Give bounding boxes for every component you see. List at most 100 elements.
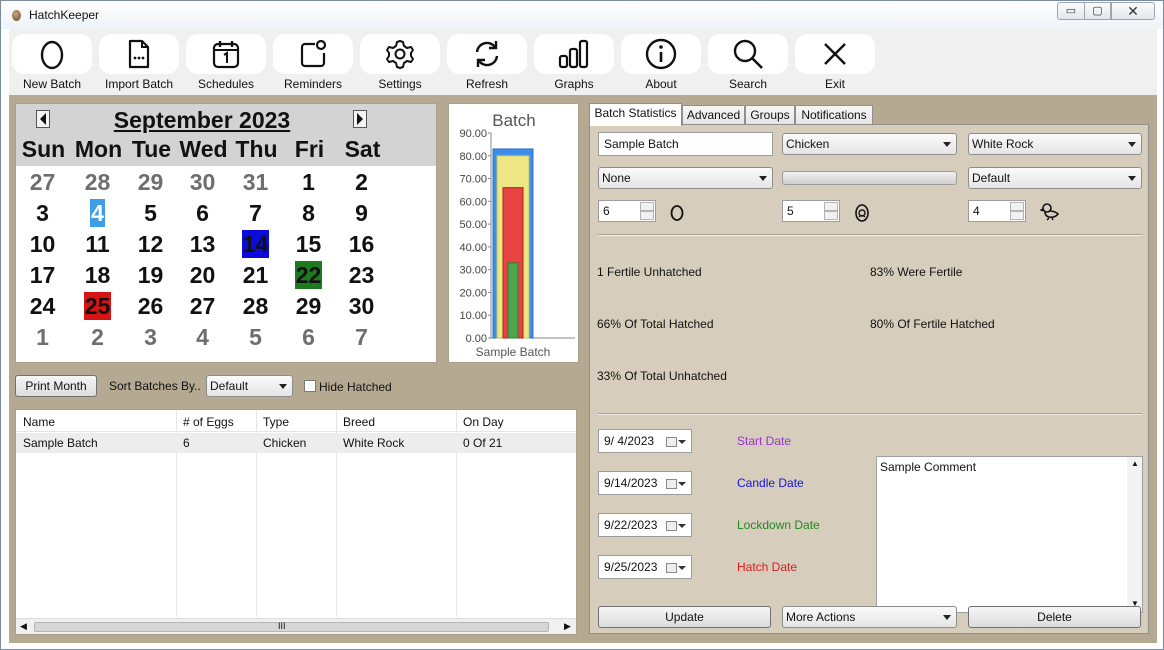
calendar-day[interactable]: 24: [16, 292, 69, 320]
tab-advanced[interactable]: Advanced: [682, 105, 745, 125]
update-button[interactable]: Update: [598, 606, 771, 628]
calendar-day[interactable]: 16: [335, 230, 388, 258]
tab-batch-statistics[interactable]: Batch Statistics: [589, 103, 682, 126]
spin-up-icon[interactable]: [640, 202, 654, 211]
calendar-day[interactable]: 30: [335, 292, 388, 320]
maximize-button[interactable]: ▢: [1084, 2, 1111, 20]
calendar-day[interactable]: 30: [176, 168, 229, 196]
group-select[interactable]: None: [598, 167, 773, 189]
calendar-day[interactable]: 12: [124, 230, 177, 258]
schedules-button[interactable]: Schedules: [186, 34, 266, 94]
comment-textarea[interactable]: Sample Comment ▲ ▼: [876, 456, 1143, 613]
calendar-day[interactable]: 27: [16, 168, 69, 196]
breed-select[interactable]: White Rock: [968, 133, 1142, 155]
calendar-day[interactable]: 15: [282, 230, 335, 258]
tab-notifications[interactable]: Notifications: [795, 105, 873, 125]
col-type[interactable]: Type: [263, 415, 289, 429]
calendar-day[interactable]: 8: [282, 199, 335, 227]
calendar-day[interactable]: 13: [176, 230, 229, 258]
calendar-day[interactable]: 19: [124, 261, 177, 289]
hatch-date-picker[interactable]: 9/25/2023: [598, 555, 692, 579]
close-window-button[interactable]: ✕: [1111, 2, 1155, 20]
scroll-up-icon[interactable]: ▲: [1131, 459, 1139, 468]
calendar-day[interactable]: 18: [71, 261, 124, 289]
calendar-day[interactable]: 29: [124, 168, 177, 196]
about-button[interactable]: About: [621, 34, 701, 94]
month-title[interactable]: September 2023: [86, 107, 318, 134]
calendar-day[interactable]: 2: [71, 323, 124, 351]
calendar-day[interactable]: 3: [124, 323, 177, 351]
spin-down-icon[interactable]: [640, 211, 654, 220]
calendar-day[interactable]: 10: [16, 230, 69, 258]
col-eggs[interactable]: # of Eggs: [183, 415, 234, 429]
calendar-day[interactable]: 28: [229, 292, 282, 320]
batch-name-input[interactable]: Sample Batch: [598, 132, 773, 156]
calendar-day[interactable]: 29: [282, 292, 335, 320]
calendar-day[interactable]: 6: [176, 199, 229, 227]
prev-month-button[interactable]: [36, 110, 50, 128]
import-batch-button[interactable]: Import Batch: [99, 34, 179, 94]
calendar-day[interactable]: 2: [335, 168, 388, 196]
reminders-button[interactable]: Reminders: [273, 34, 353, 94]
hide-hatched-checkbox[interactable]: [304, 380, 316, 392]
minimize-button[interactable]: ▭: [1057, 2, 1085, 20]
delete-button[interactable]: Delete: [968, 606, 1141, 628]
calendar-day[interactable]: 9: [335, 199, 388, 227]
settings-button[interactable]: Settings: [360, 34, 440, 94]
scroll-right-icon[interactable]: ▶: [564, 621, 571, 632]
new-batch-button[interactable]: New Batch: [12, 34, 92, 94]
calendar-day[interactable]: 7: [335, 323, 388, 351]
spin-up-icon[interactable]: [824, 202, 838, 211]
print-month-button[interactable]: Print Month: [15, 375, 97, 397]
calendar-day[interactable]: 4: [71, 199, 124, 227]
exit-button[interactable]: Exit: [795, 34, 875, 94]
candle-date-picker[interactable]: 9/14/2023: [598, 471, 692, 495]
calendar-day[interactable]: 25: [71, 292, 124, 320]
calendar-day[interactable]: 5: [229, 323, 282, 351]
vertical-scrollbar[interactable]: ▲ ▼: [1127, 457, 1142, 612]
col-name[interactable]: Name: [23, 415, 55, 429]
calendar-day[interactable]: 23: [335, 261, 388, 289]
tab-groups[interactable]: Groups: [745, 105, 795, 125]
scroll-left-icon[interactable]: ◀: [20, 621, 27, 632]
spin-up-icon[interactable]: [1010, 202, 1024, 211]
col-breed[interactable]: Breed: [343, 415, 375, 429]
spin-down-icon[interactable]: [824, 211, 838, 220]
calendar-day-number: 31: [242, 169, 269, 195]
more-actions-button[interactable]: More Actions: [782, 606, 957, 628]
calendar-day[interactable]: 28: [71, 168, 124, 196]
table-row[interactable]: Sample Batch 6 Chicken White Rock 0 Of 2…: [16, 433, 576, 453]
fertile-stepper[interactable]: 5: [782, 200, 840, 222]
profile-select[interactable]: Default: [968, 167, 1142, 189]
eggs-stepper[interactable]: 6: [598, 200, 656, 222]
calendar-day[interactable]: 1: [282, 168, 335, 196]
calendar-day[interactable]: 1: [16, 323, 69, 351]
calendar-day[interactable]: 27: [176, 292, 229, 320]
start-date-picker[interactable]: 9/ 4/2023: [598, 429, 692, 453]
horizontal-scrollbar[interactable]: ◀ III ▶: [16, 618, 576, 634]
calendar-day[interactable]: 7: [229, 199, 282, 227]
calendar-day[interactable]: 6: [282, 323, 335, 351]
scroll-thumb[interactable]: III: [34, 621, 549, 632]
calendar-day[interactable]: 31: [229, 168, 282, 196]
col-on-day[interactable]: On Day: [463, 415, 504, 429]
hatched-stepper[interactable]: 4: [968, 200, 1026, 222]
sort-select[interactable]: Default: [206, 375, 293, 397]
spin-down-icon[interactable]: [1010, 211, 1024, 220]
lockdown-date-picker[interactable]: 9/22/2023: [598, 513, 692, 537]
calendar-day[interactable]: 14: [229, 230, 282, 258]
calendar-day[interactable]: 4: [176, 323, 229, 351]
type-select[interactable]: Chicken: [782, 133, 957, 155]
calendar-day[interactable]: 17: [16, 261, 69, 289]
graphs-button[interactable]: Graphs: [534, 34, 614, 94]
calendar-day[interactable]: 3: [16, 199, 69, 227]
calendar-day[interactable]: 20: [176, 261, 229, 289]
calendar-day[interactable]: 11: [71, 230, 124, 258]
calendar-day[interactable]: 22: [282, 261, 335, 289]
next-month-button[interactable]: [353, 110, 367, 128]
calendar-day[interactable]: 21: [229, 261, 282, 289]
calendar-day[interactable]: 26: [124, 292, 177, 320]
refresh-button[interactable]: Refresh: [447, 34, 527, 94]
search-button[interactable]: Search: [708, 34, 788, 94]
calendar-day[interactable]: 5: [124, 199, 177, 227]
